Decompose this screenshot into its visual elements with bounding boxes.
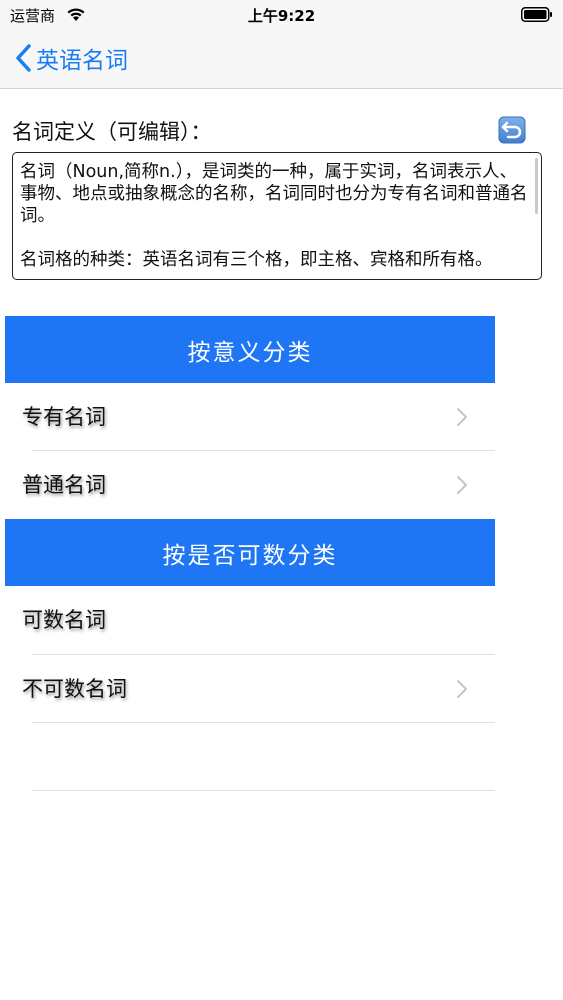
definition-scrollbar[interactable] [535,158,538,214]
chevron-right-icon [457,680,467,698]
undo-icon[interactable] [498,116,526,144]
navigation-bar: 英语名词 [0,30,563,89]
list-row-common-noun[interactable]: 普通名词 [0,451,495,519]
back-button-label: 英语名词 [36,48,128,74]
back-chevron-icon [16,44,31,72]
row-separator [32,790,495,791]
row-label: 普通名词 [22,473,106,497]
section-header-by-countability: 按是否可数分类 [5,519,495,586]
row-label: 可数名词 [22,608,106,632]
row-label: 不可数名词 [22,677,127,701]
chevron-right-icon [457,476,467,494]
status-bar: 运营商 上午9:22 [0,0,563,30]
list-row-uncountable-noun[interactable]: 不可数名词 [0,655,495,723]
section-header-by-meaning: 按意义分类 [5,316,495,383]
chevron-right-icon [457,408,467,426]
row-separator [32,722,495,723]
back-button[interactable]: 英语名词 [14,40,128,76]
definition-textarea[interactable]: 名词（Noun,简称n.），是词类的一种，属于实词，名词表示人、事物、地点或抽象… [12,152,542,280]
definition-title: 名词定义（可编辑）： [12,120,212,144]
status-time: 上午9:22 [247,7,316,25]
list-row-countable-noun[interactable]: 可数名词 [0,586,495,654]
battery-icon [521,7,552,22]
list-row-proper-noun[interactable]: 专有名词 [0,383,495,451]
row-label: 专有名词 [22,405,106,429]
screen: 运营商 上午9:22 英语名词 名词定义（可编辑）： 名词（Noun,简称n.）… [0,0,563,1000]
